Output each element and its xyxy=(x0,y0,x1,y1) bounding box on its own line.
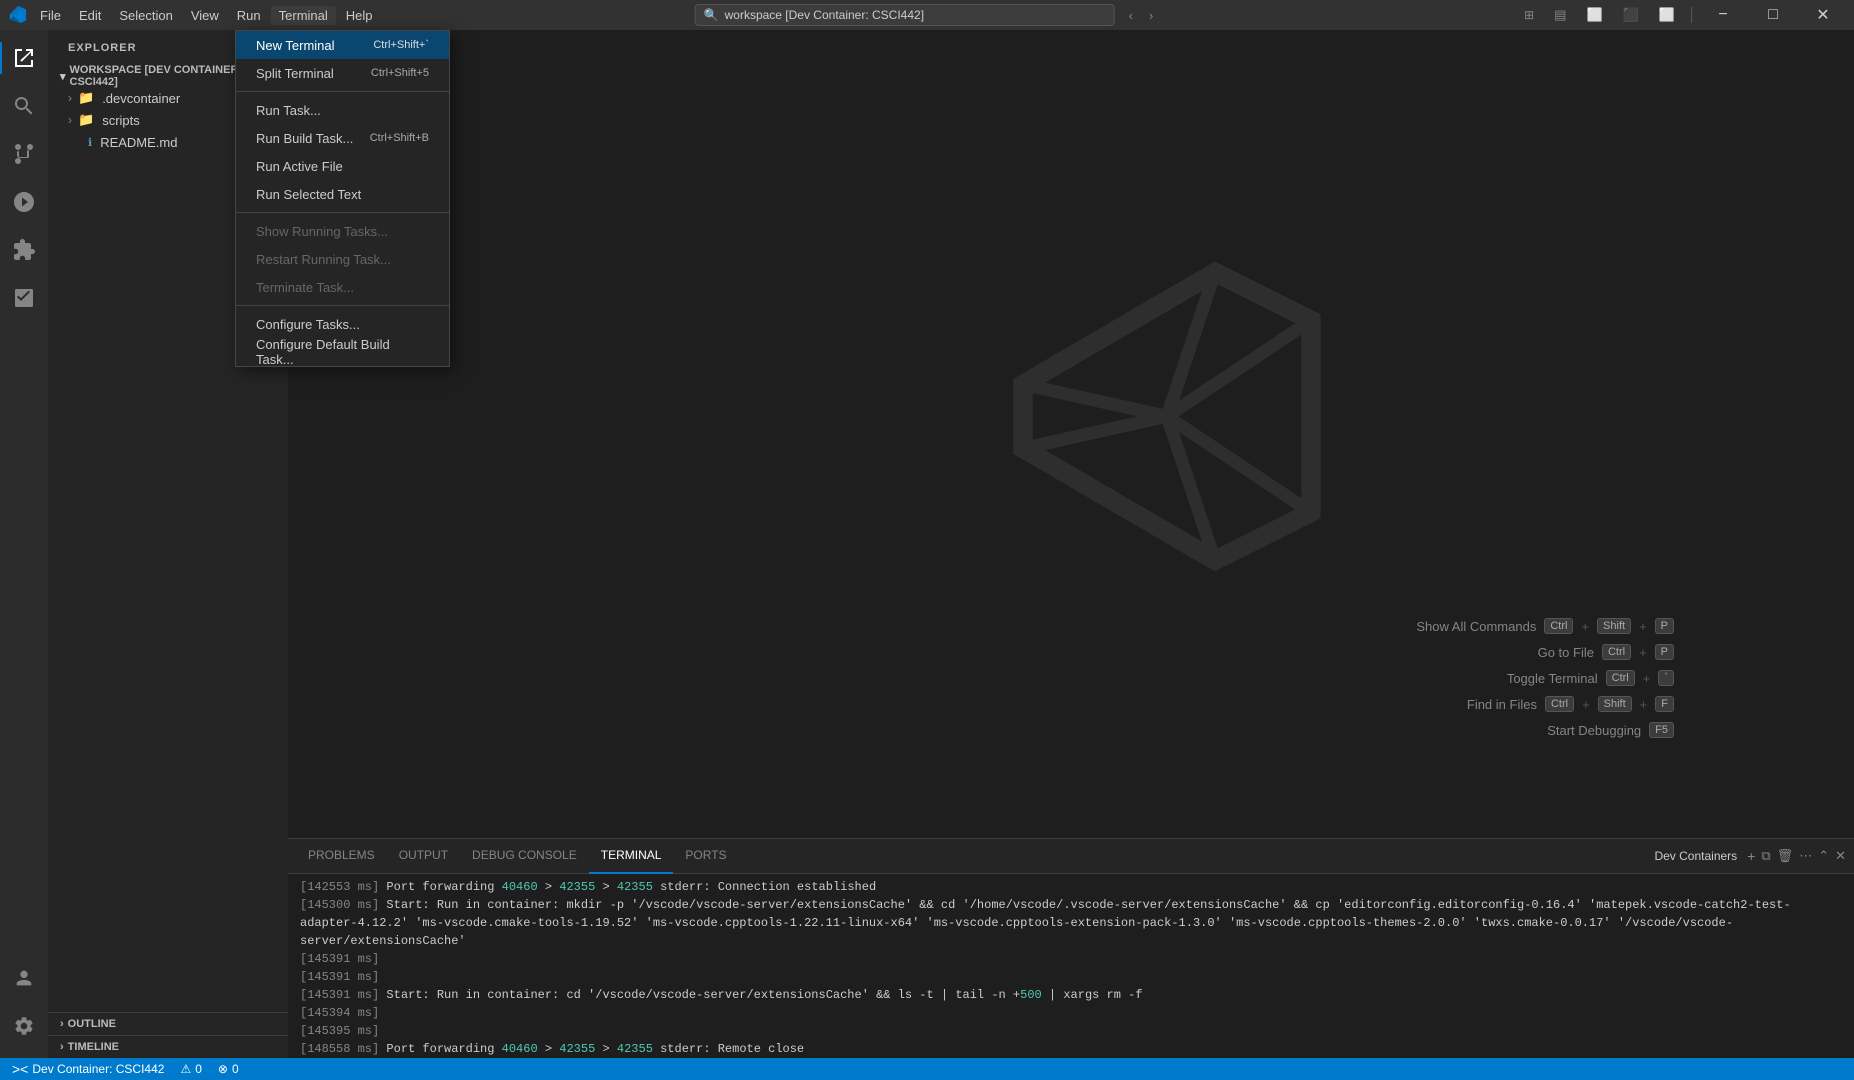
separator-1 xyxy=(236,91,449,92)
menu-terminate-task: Terminate Task... xyxy=(236,273,449,301)
menu-split-terminal[interactable]: Split Terminal Ctrl+Shift+5 xyxy=(236,59,449,87)
configure-tasks-label: Configure Tasks... xyxy=(256,317,360,332)
new-terminal-label: New Terminal xyxy=(256,38,335,53)
split-terminal-shortcut: Ctrl+Shift+5 xyxy=(371,67,429,79)
split-terminal-label: Split Terminal xyxy=(256,66,334,81)
run-build-task-label: Run Build Task... xyxy=(256,131,353,146)
show-running-tasks-label: Show Running Tasks... xyxy=(256,224,388,239)
menu-run-build-task[interactable]: Run Build Task... Ctrl+Shift+B xyxy=(236,124,449,152)
menu-configure-default-build-task[interactable]: Configure Default Build Task... xyxy=(236,338,449,366)
menu-show-running-tasks: Show Running Tasks... xyxy=(236,217,449,245)
new-terminal-shortcut: Ctrl+Shift+` xyxy=(373,39,429,51)
run-selected-text-label: Run Selected Text xyxy=(256,187,361,202)
menu-run-selected-text[interactable]: Run Selected Text xyxy=(236,180,449,208)
menu-restart-running-task: Restart Running Task... xyxy=(236,245,449,273)
run-task-label: Run Task... xyxy=(256,103,321,118)
separator-2 xyxy=(236,212,449,213)
run-active-file-label: Run Active File xyxy=(256,159,343,174)
menu-run-active-file[interactable]: Run Active File xyxy=(236,152,449,180)
menu-configure-tasks[interactable]: Configure Tasks... xyxy=(236,310,449,338)
configure-default-build-task-label: Configure Default Build Task... xyxy=(256,337,429,367)
menu-run-task[interactable]: Run Task... xyxy=(236,96,449,124)
menu-new-terminal[interactable]: New Terminal Ctrl+Shift+` xyxy=(236,31,449,59)
run-build-shortcut: Ctrl+Shift+B xyxy=(370,132,429,144)
restart-running-task-label: Restart Running Task... xyxy=(256,252,391,267)
terminal-dropdown-menu: New Terminal Ctrl+Shift+` Split Terminal… xyxy=(235,30,450,367)
terminate-task-label: Terminate Task... xyxy=(256,280,354,295)
separator-3 xyxy=(236,305,449,306)
